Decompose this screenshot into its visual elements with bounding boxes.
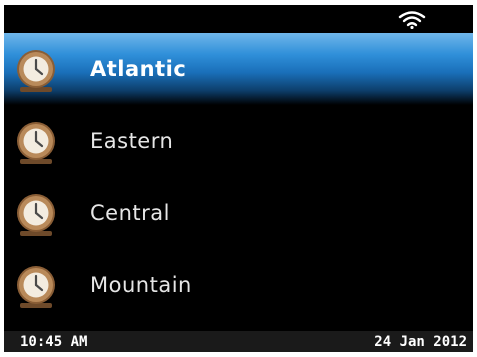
- menu-item-label: Atlantic: [90, 57, 187, 81]
- device-screen: Atlantic Eastern Central Mountain 10:45 …: [4, 5, 473, 352]
- current-time: 10:45 AM: [20, 334, 88, 350]
- status-bar: [4, 5, 473, 33]
- clock-icon: [17, 266, 55, 308]
- timezone-menu: Atlantic Eastern Central Mountain: [4, 33, 473, 321]
- status-footer: 10:45 AM 24 Jan 2012: [4, 331, 473, 352]
- menu-item-eastern[interactable]: Eastern: [4, 105, 473, 177]
- menu-item-label: Eastern: [90, 129, 174, 153]
- clock-icon: [17, 194, 55, 236]
- menu-item-label: Mountain: [90, 273, 192, 297]
- menu-item-label: Central: [90, 201, 170, 225]
- clock-icon: [17, 122, 55, 164]
- menu-item-atlantic[interactable]: Atlantic: [4, 33, 473, 105]
- clock-icon: [17, 50, 55, 92]
- menu-item-mountain[interactable]: Mountain: [4, 249, 473, 321]
- wifi-icon: [398, 11, 426, 29]
- menu-item-central[interactable]: Central: [4, 177, 473, 249]
- current-date: 24 Jan 2012: [374, 334, 467, 350]
